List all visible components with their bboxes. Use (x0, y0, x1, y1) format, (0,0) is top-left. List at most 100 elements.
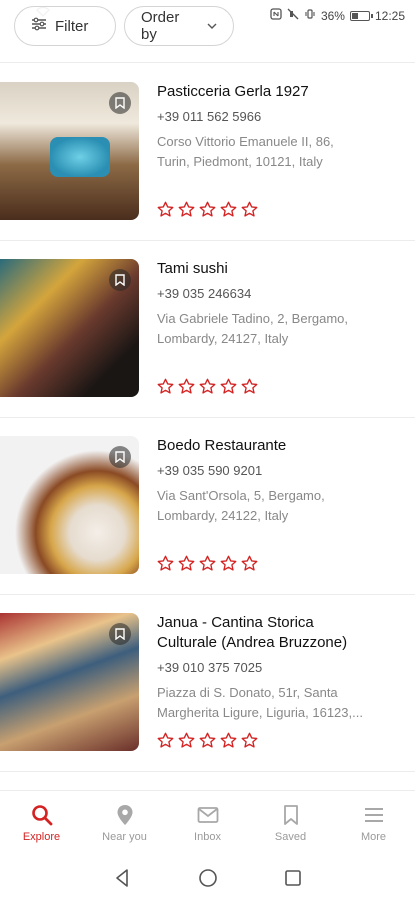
place-card[interactable]: Boedo Restaurante +39 035 590 9201 Via S… (0, 418, 415, 595)
star-icon (220, 555, 237, 571)
battery-icon (349, 10, 373, 21)
nav-saved[interactable]: Saved (249, 791, 332, 855)
rating-stars (157, 378, 258, 395)
nav-label: Inbox (194, 831, 221, 843)
star-icon (241, 378, 258, 394)
place-address: Via Sant'Orsola, 5, Bergamo, Lombardy, 2… (157, 486, 401, 526)
mail-icon (197, 807, 218, 823)
star-icon (241, 201, 258, 217)
mute-icon (287, 8, 299, 23)
nav-label: Saved (274, 831, 307, 843)
address-line: Lombardy, 24122, Italy (157, 508, 289, 523)
star-icon (199, 555, 216, 571)
bookmark-icon[interactable] (109, 92, 131, 114)
star-icon (199, 201, 216, 217)
place-phone[interactable]: +39 011 562 5966 (157, 108, 401, 126)
bookmark-icon[interactable] (109, 269, 131, 291)
bookmark-icon[interactable] (109, 446, 131, 468)
place-info: Janua - Cantina Storica Culturale (Andre… (157, 613, 401, 723)
place-address: Piazza di S. Donato, 51r, Santa Margheri… (157, 683, 401, 723)
star-icon (199, 732, 216, 748)
place-info: Tami sushi +39 035 246634 Via Gabriele T… (157, 259, 401, 349)
star-icon (241, 555, 258, 571)
place-phone[interactable]: +39 035 590 9201 (157, 462, 401, 480)
filter-icon (31, 17, 47, 35)
place-photo[interactable] (0, 82, 139, 220)
rating-stars (157, 201, 258, 218)
place-info: Boedo Restaurante +39 035 590 9201 Via S… (157, 436, 401, 526)
recents-icon[interactable] (282, 867, 304, 889)
nav-explore[interactable]: Explore (0, 791, 83, 855)
place-card[interactable]: Janua - Cantina Storica Culturale (Andre… (0, 595, 415, 772)
star-icon (157, 378, 174, 394)
place-address: Corso Vittorio Emanuele II, 86, Turin, P… (157, 132, 401, 172)
menu-icon (364, 808, 383, 822)
address-line: Turin, Piedmont, 10121, Italy (157, 154, 323, 169)
star-icon (178, 732, 195, 748)
rating-stars (157, 555, 258, 572)
star-icon (220, 201, 237, 217)
place-phone[interactable]: +39 010 375 7025 (157, 659, 401, 677)
battery-level (351, 12, 358, 19)
system-nav-bar (0, 855, 415, 900)
place-name[interactable]: Pasticceria Gerla 1927 (157, 82, 401, 102)
place-name[interactable]: Boedo Restaurante (157, 436, 401, 456)
place-card[interactable] (0, 772, 415, 800)
star-icon (178, 555, 195, 571)
address-line: Via Gabriele Tadino, 2, Bergamo, (157, 311, 349, 326)
place-card[interactable]: Pasticceria Gerla 1927 +39 011 562 5966 … (0, 64, 415, 241)
address-line: Lombardy, 24127, Italy (157, 331, 289, 346)
order-by-label: Order by (141, 9, 180, 43)
place-photo[interactable] (0, 259, 139, 397)
bottom-nav: Explore Near you Inbox Saved More (0, 790, 415, 855)
place-name-line: Culturale (Andrea Bruzzone) (157, 634, 348, 651)
rating-stars (157, 732, 258, 749)
place-photo[interactable] (0, 436, 139, 574)
place-info: Pasticceria Gerla 1927 +39 011 562 5966 … (157, 82, 401, 172)
places-list: Pasticceria Gerla 1927 +39 011 562 5966 … (0, 64, 415, 800)
address-line: Via Sant'Orsola, 5, Bergamo, (157, 488, 325, 503)
nav-more[interactable]: More (332, 791, 415, 855)
star-icon (220, 378, 237, 394)
battery-percent: 36% (320, 8, 345, 23)
clock: 12:25 (374, 8, 405, 23)
place-name[interactable]: Janua - Cantina Storica Culturale (Andre… (157, 613, 401, 653)
filter-button[interactable]: Filter (14, 6, 116, 46)
star-icon (199, 378, 216, 394)
star-icon (241, 732, 258, 748)
star-icon (157, 555, 174, 571)
search-icon (31, 805, 52, 826)
star-icon (178, 378, 195, 394)
filter-chip-row: Filter Order by (14, 6, 234, 46)
place-name[interactable]: Tami sushi (157, 259, 401, 279)
nav-label: Explore (22, 831, 61, 843)
place-phone[interactable]: +39 035 246634 (157, 285, 401, 303)
place-name-line: Janua - Cantina Storica (157, 614, 314, 631)
home-icon[interactable] (197, 867, 219, 889)
place-card[interactable]: Tami sushi +39 035 246634 Via Gabriele T… (0, 241, 415, 418)
divider (0, 62, 415, 63)
star-icon (178, 201, 195, 217)
address-line: Corso Vittorio Emanuele II, 86, (157, 134, 334, 149)
bookmark-icon[interactable] (109, 623, 131, 645)
order-by-button[interactable]: Order by (124, 6, 234, 46)
vibrate-icon (304, 8, 316, 23)
nav-near-you[interactable]: Near you (83, 791, 166, 855)
back-icon[interactable] (112, 867, 134, 889)
nav-inbox[interactable]: Inbox (166, 791, 249, 855)
address-line: Margherita Ligure, Liguria, 16123,... (157, 705, 363, 720)
place-address: Via Gabriele Tadino, 2, Bergamo, Lombard… (157, 309, 401, 349)
star-icon (220, 732, 237, 748)
address-line: Piazza di S. Donato, 51r, Santa (157, 685, 338, 700)
nav-label: More (360, 831, 387, 843)
bookmark-icon (283, 805, 298, 825)
nav-label: Near you (102, 831, 147, 843)
chevron-down-icon (207, 20, 217, 32)
filter-label: Filter (55, 17, 89, 35)
location-pin-icon (117, 805, 132, 825)
star-icon (157, 201, 174, 217)
star-icon (157, 732, 174, 748)
status-right: 36% 12:25 (270, 8, 405, 23)
place-photo[interactable] (0, 613, 139, 751)
nfc-icon (270, 8, 282, 23)
